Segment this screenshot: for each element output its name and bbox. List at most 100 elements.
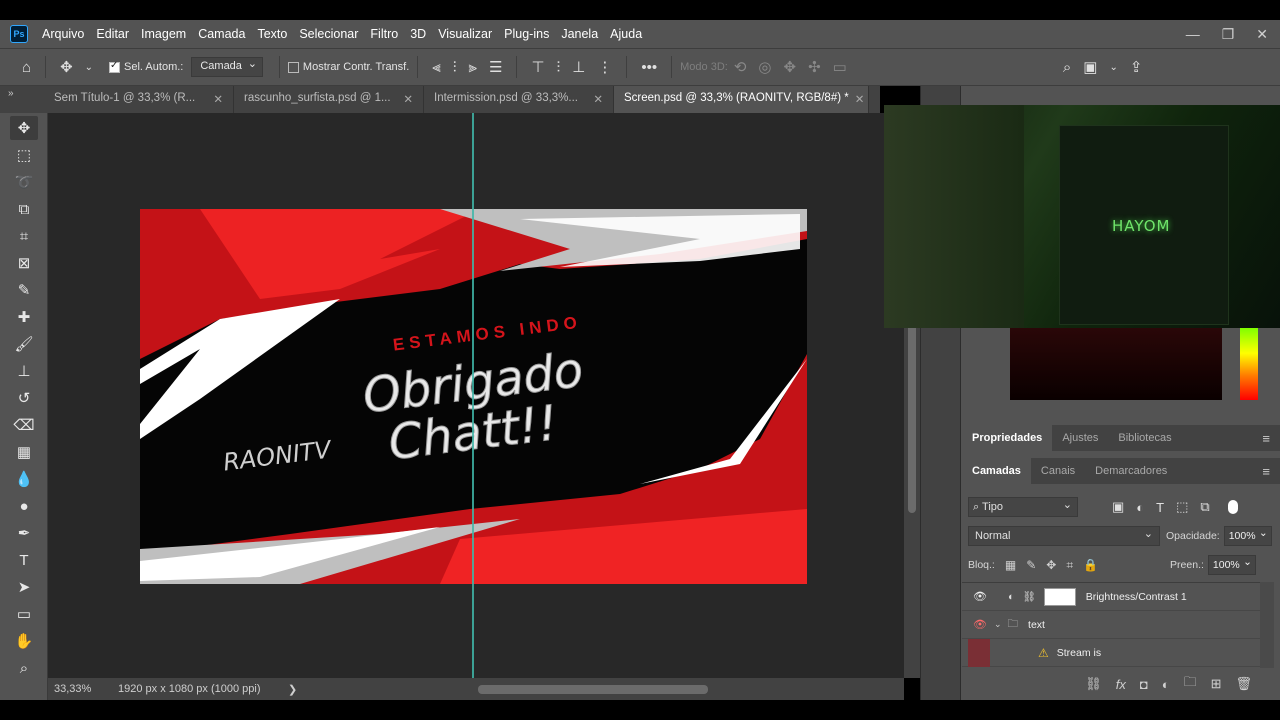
scrollbar-thumb[interactable]: [478, 685, 708, 694]
canvas-horizontal-scrollbar[interactable]: [298, 682, 898, 696]
type-filter-icon[interactable]: T: [1156, 500, 1164, 515]
new-group-icon[interactable]: 🗀: [1184, 673, 1197, 695]
tab-propriedades[interactable]: Propriedades: [962, 425, 1053, 451]
move-tool-icon[interactable]: ✥: [10, 116, 38, 140]
collapse-toolbar-icon[interactable]: »: [0, 86, 44, 113]
minimize-button[interactable]: —: [1186, 26, 1200, 42]
show-transform-checkbox[interactable]: [287, 61, 299, 73]
tab-intermission[interactable]: Intermission.psd @ 33,3%... ✕: [424, 86, 614, 113]
close-button[interactable]: ✕: [1256, 26, 1268, 43]
link-layers-icon[interactable]: ⛓: [1085, 676, 1102, 692]
brush-tool-icon[interactable]: 🖌: [10, 332, 38, 356]
tab-ajustes[interactable]: Ajustes: [1052, 425, 1108, 451]
align-bottom-icon[interactable]: ⊥: [572, 58, 585, 76]
blend-mode-dropdown[interactable]: Normal: [968, 526, 1160, 546]
visibility-eye-icon[interactable]: 👁: [972, 590, 988, 603]
roll-3d-icon[interactable]: ◎: [758, 58, 771, 76]
align-left-icon[interactable]: ⫷: [432, 59, 440, 76]
visibility-eye-icon[interactable]: 👁: [972, 618, 988, 631]
menu-editar[interactable]: Editar: [90, 27, 135, 41]
gradient-tool-icon[interactable]: ▦: [10, 440, 38, 464]
lock-artboard-icon[interactable]: ⌗: [1066, 558, 1073, 573]
tab-rascunho-surfista[interactable]: rascunho_surfista.psd @ 1... ✕: [234, 86, 424, 113]
drag-3d-icon[interactable]: ✥: [784, 58, 797, 76]
chevron-down-icon[interactable]: ⌄: [85, 62, 93, 73]
menu-janela[interactable]: Janela: [555, 27, 604, 41]
tab-camadas[interactable]: Camadas: [962, 458, 1031, 484]
panel-menu-icon[interactable]: ≡: [1262, 431, 1270, 446]
menu-camada[interactable]: Camada: [192, 27, 251, 41]
vertical-guide[interactable]: [472, 113, 474, 678]
add-mask-icon[interactable]: ◘: [1140, 677, 1148, 692]
orbit-3d-icon[interactable]: ⟲: [734, 58, 747, 76]
share-icon[interactable]: ⇪: [1130, 58, 1143, 76]
color-picker-field[interactable]: [1010, 328, 1222, 400]
layer-filter-dropdown[interactable]: ⌕ Tipo: [968, 497, 1078, 517]
workspace-icon[interactable]: ▣: [1083, 58, 1097, 76]
zoom-level[interactable]: 33,33%: [48, 683, 108, 695]
distribute-icon[interactable]: ☰: [489, 58, 502, 76]
layers-scrollbar[interactable]: [1260, 582, 1274, 668]
close-icon[interactable]: ✕: [403, 92, 413, 107]
menu-texto[interactable]: Texto: [251, 27, 293, 41]
close-icon[interactable]: ✕: [593, 92, 603, 107]
shape-filter-icon[interactable]: ⬚: [1176, 499, 1188, 515]
smart-object-filter-icon[interactable]: ⧉: [1200, 499, 1209, 515]
object-select-tool-icon[interactable]: ⧉: [10, 197, 38, 221]
eraser-tool-icon[interactable]: ⌫: [10, 413, 38, 437]
dodge-tool-icon[interactable]: ●: [10, 494, 38, 518]
blur-tool-icon[interactable]: 💧: [10, 467, 38, 491]
marquee-tool-icon[interactable]: ⬚: [10, 143, 38, 167]
type-tool-icon[interactable]: T: [10, 548, 38, 572]
lock-all-icon[interactable]: 🔒: [1083, 558, 1098, 572]
history-brush-tool-icon[interactable]: ↺: [10, 386, 38, 410]
tab-bibliotecas[interactable]: Bibliotecas: [1108, 425, 1181, 451]
move-tool-icon[interactable]: ✥: [60, 58, 73, 76]
layer-row[interactable]: ⚠ Stream is: [962, 638, 1260, 667]
align-right-icon[interactable]: ⫸: [469, 59, 477, 76]
image-filter-icon[interactable]: ▣: [1112, 499, 1124, 515]
chevron-down-icon[interactable]: ⌄: [994, 619, 1002, 630]
frame-tool-icon[interactable]: ⊠: [10, 251, 38, 275]
layer-style-icon[interactable]: fx: [1116, 677, 1126, 692]
distribute-vertical-icon[interactable]: ⋮: [597, 58, 612, 76]
close-icon[interactable]: ✕: [213, 92, 223, 107]
lock-pixels-icon[interactable]: ✎: [1026, 558, 1036, 572]
menu-filtro[interactable]: Filtro: [364, 27, 404, 41]
hand-tool-icon[interactable]: ✋: [10, 629, 38, 653]
search-icon[interactable]: ⌕: [1063, 59, 1071, 76]
layer-row[interactable]: 👁 ⌄ 🗀 text: [962, 611, 1260, 639]
path-select-tool-icon[interactable]: ➤: [10, 575, 38, 599]
auto-select-dropdown[interactable]: Camada: [191, 57, 263, 77]
menu-arquivo[interactable]: Arquivo: [36, 27, 90, 41]
close-icon[interactable]: ✕: [855, 92, 865, 107]
opacity-input[interactable]: 100%: [1223, 526, 1272, 546]
tab-canais[interactable]: Canais: [1031, 458, 1085, 484]
camera-3d-icon[interactable]: ▭: [833, 58, 847, 76]
status-arrow-icon[interactable]: ❯: [288, 683, 297, 696]
new-layer-icon[interactable]: ⊞: [1211, 676, 1222, 692]
tab-screen[interactable]: Screen.psd @ 33,3% (RAONITV, RGB/8#) * ✕: [614, 86, 869, 113]
more-options-icon[interactable]: •••: [641, 59, 657, 76]
lasso-tool-icon[interactable]: ➰: [10, 170, 38, 194]
menu-visualizar[interactable]: Visualizar: [432, 27, 498, 41]
rectangle-tool-icon[interactable]: ▭: [10, 602, 38, 626]
tab-demarcadores[interactable]: Demarcadores: [1085, 458, 1177, 484]
layer-row[interactable]: 👁 ◐ ⛓ Brightness/Contrast 1: [962, 583, 1260, 611]
slide-3d-icon[interactable]: ✣: [808, 58, 821, 76]
scrollbar-thumb[interactable]: [908, 323, 916, 513]
fill-input[interactable]: 100%: [1207, 555, 1256, 575]
menu-plugins[interactable]: Plug-ins: [498, 27, 555, 41]
tab-sem-titulo[interactable]: Sem Título-1 @ 33,3% (R... ✕: [44, 86, 234, 113]
restore-button[interactable]: ❐: [1222, 26, 1235, 43]
menu-imagem[interactable]: Imagem: [135, 27, 192, 41]
menu-selecionar[interactable]: Selecionar: [293, 27, 364, 41]
lock-transparency-icon[interactable]: ▦: [1005, 558, 1016, 572]
stamp-tool-icon[interactable]: ⊥: [10, 359, 38, 383]
hue-slider[interactable]: [1240, 328, 1258, 400]
home-icon[interactable]: ⌂: [22, 59, 31, 76]
zoom-tool-icon[interactable]: ⌕: [10, 656, 38, 680]
align-top-icon[interactable]: ⊤: [531, 58, 544, 76]
eyedropper-tool-icon[interactable]: ✎: [10, 278, 38, 302]
layer-mask-thumbnail[interactable]: [1043, 587, 1076, 606]
